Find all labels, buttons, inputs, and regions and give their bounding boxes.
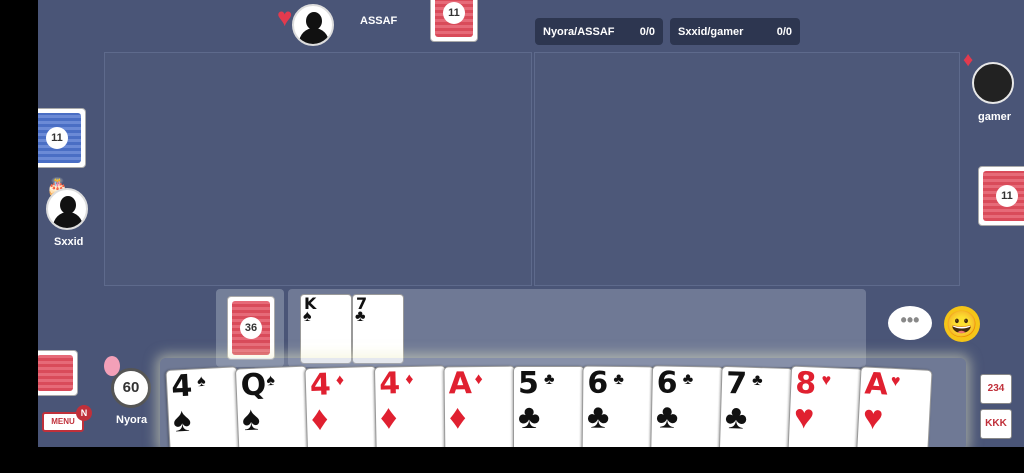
- card-rank: 6: [656, 365, 678, 401]
- team-2-score: 0/0: [776, 25, 792, 38]
- left-player-name: Sxxid: [54, 236, 84, 248]
- card-rank: Q: [239, 367, 267, 404]
- card-rank: A: [448, 366, 473, 402]
- hand-card[interactable]: 8 ♥ ♥: [786, 365, 864, 447]
- card-suit-small-icon: ♣: [544, 371, 555, 388]
- card-suit-big-icon: ♦: [448, 398, 467, 437]
- card-suit-big-icon: ♣: [518, 398, 541, 436]
- card-suit-small-icon: ♦: [474, 370, 483, 389]
- card-suit-small-icon: ♦: [335, 371, 345, 390]
- hand-card[interactable]: 4 ♦ ♦: [304, 365, 380, 447]
- team-1-score: 0/0: [639, 25, 655, 38]
- card-suit-small-icon: ♥: [821, 371, 832, 390]
- card-suit-icon: ♣: [355, 308, 366, 325]
- card-suit-small-icon: ♠: [266, 371, 276, 390]
- game-table: ♥ ASSAF 11 Nyora/ASSAF 0/0 Sxxid/gamer 0…: [38, 0, 1024, 447]
- hand-card[interactable]: 6 ♣ ♣: [649, 365, 725, 447]
- card-rank: 7: [725, 366, 748, 402]
- card-suit-big-icon: ♥: [861, 398, 885, 438]
- right-player-name: gamer: [978, 111, 1012, 123]
- self-player-deck: [38, 350, 78, 396]
- discard-card[interactable]: K ♠: [300, 294, 352, 364]
- top-deck-count: 11: [443, 2, 465, 24]
- chat-button[interactable]: •••: [888, 306, 932, 340]
- sort-by-run-button[interactable]: 234: [980, 374, 1012, 404]
- discard-card[interactable]: 7 ♣: [352, 294, 404, 364]
- team-meld-area-right[interactable]: [534, 52, 960, 286]
- card-rank: 8: [794, 365, 817, 402]
- hand-card[interactable]: A ♥ ♥: [855, 366, 933, 447]
- turn-timer: 60: [111, 368, 151, 408]
- card-suit-icon: ♠: [303, 308, 312, 325]
- card-suit-small-icon: ♥: [890, 372, 901, 391]
- team-meld-area-left[interactable]: [104, 52, 532, 286]
- team-2-name: Sxxid/gamer: [678, 25, 744, 38]
- notification-badge: N: [76, 405, 92, 421]
- speech-bubble-icon: •••: [900, 310, 920, 330]
- score-box-team-1: Nyora/ASSAF 0/0: [535, 18, 663, 45]
- hand-card[interactable]: Q ♠ ♠: [234, 365, 312, 447]
- hand-card[interactable]: 4 ♦ ♦: [373, 365, 449, 447]
- avatar-right-player[interactable]: [972, 62, 1014, 104]
- heart-icon: ♥: [277, 2, 293, 32]
- card-suit-small-icon: ♣: [751, 371, 763, 390]
- card-rank: A: [863, 366, 889, 403]
- hand-card[interactable]: 6 ♣ ♣: [581, 365, 655, 447]
- emoji-button[interactable]: 😀: [944, 306, 980, 342]
- hand-card[interactable]: 5 ♣ ♣: [513, 366, 585, 447]
- avatar-left-player[interactable]: [46, 188, 88, 230]
- top-player-deck: 11: [430, 0, 478, 42]
- card-suit-small-icon: ♠: [196, 372, 207, 391]
- card-suit-big-icon: ♦: [379, 398, 398, 437]
- smiley-icon: 😀: [945, 309, 979, 339]
- score-box-team-2: Sxxid/gamer 0/0: [670, 18, 800, 45]
- card-suit-small-icon: ♦: [405, 370, 414, 389]
- card-rank: 6: [587, 365, 609, 401]
- right-player-deck: 11: [978, 166, 1024, 226]
- card-suit-small-icon: ♣: [682, 370, 694, 389]
- avatar-top-player[interactable]: [292, 4, 334, 46]
- card-suit-big-icon: ♦: [310, 399, 329, 438]
- hand-card[interactable]: 7 ♣ ♣: [718, 365, 794, 447]
- card-suit-big-icon: ♥: [793, 397, 815, 437]
- card-rank: 4: [378, 366, 401, 402]
- lantern-icon: ♦: [963, 49, 974, 71]
- card-suit-big-icon: ♣: [586, 397, 610, 436]
- left-black-bar: [0, 0, 38, 447]
- left-player-deck: 11: [38, 108, 86, 168]
- card-suit-big-icon: ♠: [241, 399, 261, 439]
- stock-pile[interactable]: 36: [227, 296, 275, 360]
- self-player-name: Nyora: [116, 414, 148, 426]
- card-rank: 5: [518, 366, 539, 401]
- right-deck-count: 11: [996, 185, 1018, 207]
- hand-card[interactable]: 4 ♠ ♠: [165, 366, 243, 447]
- card-rank: 4: [309, 367, 332, 403]
- card-suit-big-icon: ♠: [172, 400, 193, 440]
- bottom-black-bar: [0, 447, 1024, 473]
- team-1-name: Nyora/ASSAF: [543, 25, 615, 38]
- card-suit-small-icon: ♣: [613, 370, 624, 389]
- stock-count: 36: [240, 317, 262, 339]
- card-suit-big-icon: ♣: [724, 398, 748, 437]
- top-player-name: ASSAF: [360, 15, 398, 27]
- card-suit-big-icon: ♣: [655, 397, 679, 436]
- sort-by-set-button[interactable]: KKK: [980, 409, 1012, 439]
- card-rank: 4: [170, 368, 194, 405]
- left-deck-count: 11: [46, 127, 68, 149]
- hand-card[interactable]: A ♦ ♦: [443, 365, 517, 447]
